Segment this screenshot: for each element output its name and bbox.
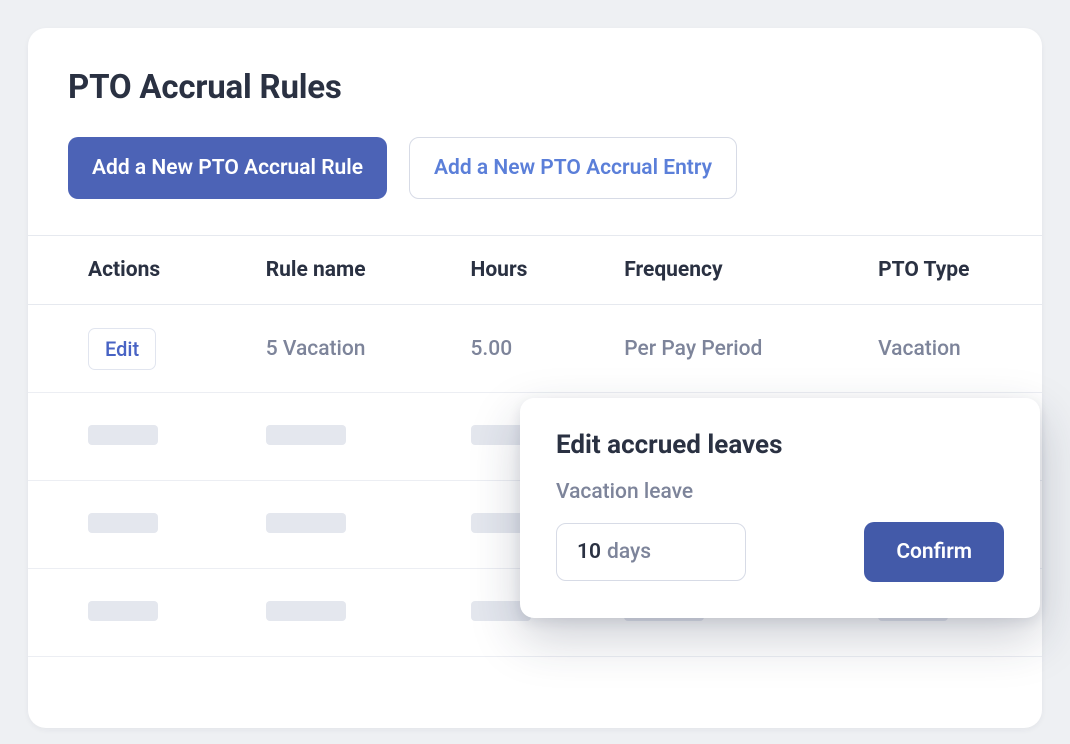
cell-rule-name: 5 Vacation: [266, 337, 366, 361]
skeleton-cell: [88, 513, 158, 533]
table-row: Edit 5 Vacation 5.00 Per Pay Period Vaca…: [28, 305, 1042, 393]
days-input-value: 10: [577, 540, 601, 564]
col-hours: Hours: [441, 236, 595, 305]
edit-accrued-leaves-popover: Edit accrued leaves Vacation leave 10 da…: [520, 398, 1040, 618]
pto-accrual-card: PTO Accrual Rules Add a New PTO Accrual …: [28, 28, 1042, 728]
add-rule-button[interactable]: Add a New PTO Accrual Rule: [68, 137, 387, 199]
col-pto-type: PTO Type: [848, 236, 1042, 305]
button-row: Add a New PTO Accrual Rule Add a New PTO…: [28, 137, 1042, 235]
col-frequency: Frequency: [594, 236, 848, 305]
col-rule-name: Rule name: [236, 236, 441, 305]
confirm-button[interactable]: Confirm: [864, 522, 1004, 582]
days-input-unit: days: [607, 540, 651, 564]
cell-hours: 5.00: [471, 337, 513, 361]
col-actions: Actions: [28, 236, 236, 305]
table-header-row: Actions Rule name Hours Frequency PTO Ty…: [28, 236, 1042, 305]
skeleton-cell: [88, 425, 158, 445]
cell-frequency: Per Pay Period: [624, 337, 762, 361]
popover-title: Edit accrued leaves: [556, 430, 1004, 460]
skeleton-cell: [266, 425, 346, 445]
skeleton-cell: [88, 601, 158, 621]
page-title: PTO Accrual Rules: [68, 68, 1002, 107]
skeleton-cell: [266, 513, 346, 533]
days-input[interactable]: 10 days: [556, 523, 746, 581]
edit-button[interactable]: Edit: [88, 328, 156, 370]
cell-pto-type: Vacation: [878, 337, 961, 361]
popover-row: 10 days Confirm: [556, 522, 1004, 582]
popover-field-label: Vacation leave: [556, 480, 1004, 504]
card-header: PTO Accrual Rules: [28, 28, 1042, 137]
add-entry-button[interactable]: Add a New PTO Accrual Entry: [409, 137, 737, 199]
skeleton-cell: [266, 601, 346, 621]
